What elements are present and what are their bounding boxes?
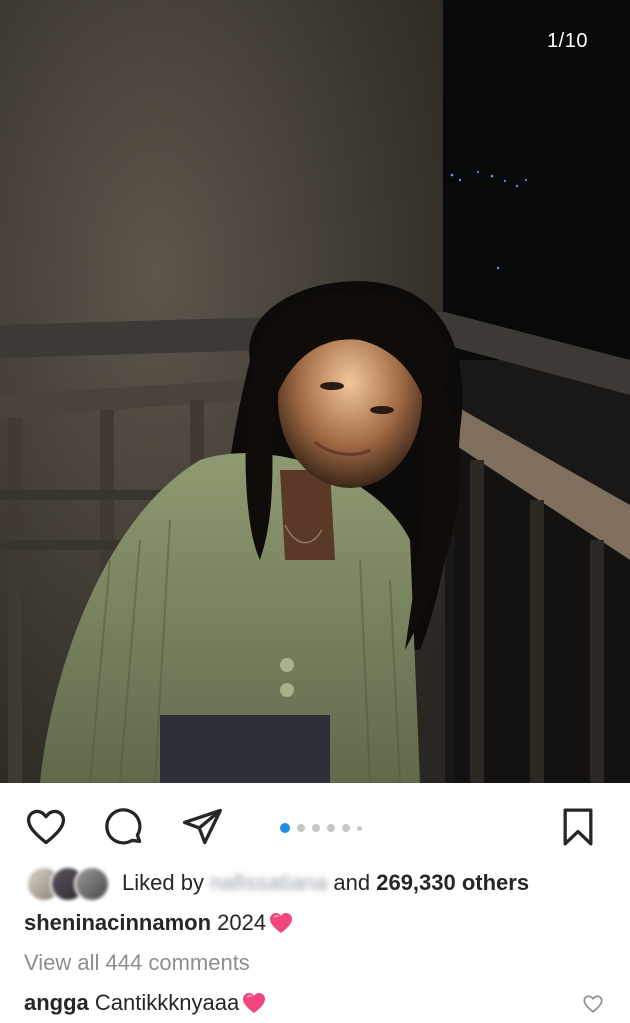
paper-plane-icon	[182, 808, 222, 845]
liked-by-label: Liked by	[122, 870, 204, 895]
comment-bubble-icon	[105, 808, 142, 845]
carousel-dot	[357, 825, 362, 831]
comment-like-heart-icon[interactable]	[582, 993, 604, 1015]
carousel-dot	[297, 824, 305, 832]
view-all-comments-link[interactable]: View all 444 comments	[0, 943, 630, 983]
caption-text: 2024	[217, 910, 267, 935]
likes-count[interactable]: 269,330 others	[376, 870, 529, 896]
heart-outline-icon	[26, 809, 66, 845]
post-photo[interactable]: 1/10	[0, 0, 630, 783]
comment-item: angga Cantikkknyaaa	[0, 983, 630, 1023]
carousel-dot	[312, 824, 320, 832]
likes-and: and	[333, 870, 371, 895]
pink-heart-emoji-icon	[270, 913, 293, 933]
pink-heart-emoji-icon	[243, 993, 266, 1013]
save-button[interactable]	[556, 805, 600, 849]
carousel-dot	[280, 823, 290, 833]
avatar	[74, 866, 110, 902]
liker-avatars	[26, 866, 114, 902]
like-button[interactable]	[24, 805, 68, 849]
liker-username[interactable]: nafissatiana	[210, 870, 327, 896]
caption: sheninacinnamon 2024	[0, 903, 630, 943]
slide-counter: 1/10	[547, 30, 588, 52]
action-bar	[0, 783, 630, 863]
comment-username[interactable]: angga	[24, 990, 89, 1016]
bookmark-icon	[563, 808, 593, 846]
carousel-indicator	[280, 823, 362, 833]
share-button[interactable]	[180, 805, 224, 849]
photo-scene	[0, 0, 630, 783]
comment-text: Cantikkknyaaa	[94, 990, 240, 1015]
likes-summary[interactable]: Liked by nafissatiana and 269,330 others	[0, 863, 630, 903]
caption-username[interactable]: sheninacinnamon	[24, 910, 211, 936]
comment-button[interactable]	[102, 805, 146, 849]
carousel-dot	[327, 824, 335, 832]
carousel-dot	[342, 824, 350, 832]
